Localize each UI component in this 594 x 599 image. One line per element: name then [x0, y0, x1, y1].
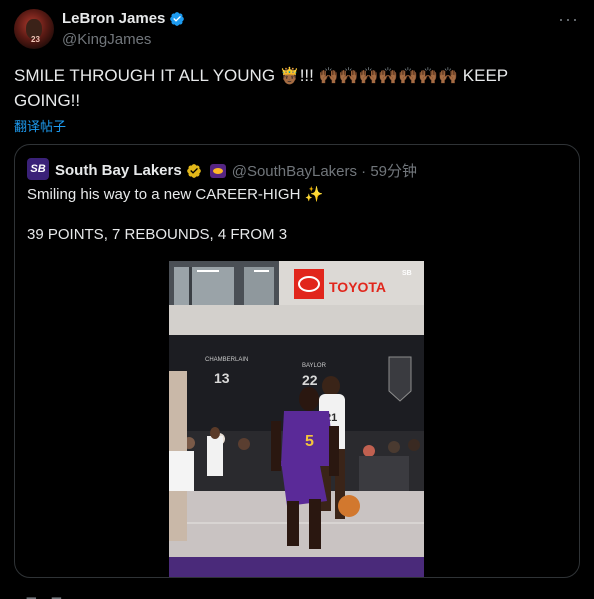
tweet-text-bang: !!! — [299, 66, 319, 85]
video-thumbnail[interactable]: TOYOTA SB CHAMBERLAIN 13 BAYLOR 22 21 5 — [169, 261, 424, 577]
more-options-icon[interactable]: ··· — [558, 10, 578, 32]
author-handle[interactable]: @KingJames — [62, 31, 151, 48]
wall-name-1: CHAMBERLAIN — [205, 357, 248, 363]
quoted-handle-time: @SouthBayLakers · 59分钟 — [231, 163, 418, 180]
next-tweet-peek: ▁ ▂ ▁ ▂ ▁ — [14, 590, 74, 599]
player-number: 5 — [305, 433, 314, 450]
translate-post-link[interactable]: 翻译帖子 — [14, 116, 66, 135]
arena-scene: TOYOTA SB CHAMBERLAIN 13 BAYLOR 22 21 5 — [169, 261, 424, 577]
wall-name-2: BAYLOR — [302, 363, 327, 369]
quoted-text-line2: 39 POINTS, 7 REBOUNDS, 4 FROM 3 — [27, 226, 288, 243]
lakers-affiliate-badge-icon[interactable] — [209, 163, 226, 178]
tweet-text-main: SMILE THROUGH IT ALL YOUNG — [14, 66, 280, 85]
quoted-avatar-icon[interactable]: SB — [27, 158, 49, 180]
gold-verified-badge-icon — [186, 163, 201, 178]
banner-brand: TOYOTA — [329, 279, 386, 295]
quoted-tweet-card[interactable]: SB South Bay Lakers @SouthBayLakers · 59… — [14, 144, 580, 578]
avatar-mark: 23 — [31, 35, 40, 44]
tweet: 23 LeBron James @KingJames ··· SMILE THR… — [0, 0, 594, 599]
wall-number-1: 13 — [214, 370, 230, 386]
wall-number-2: 22 — [302, 372, 318, 388]
author-name-text[interactable]: LeBron James — [62, 10, 165, 27]
raising-hands-emoji-icon: 🙌🏾🙌🏾🙌🏾🙌🏾🙌🏾🙌🏾🙌🏾 — [318, 68, 459, 85]
quoted-author: South Bay Lakers @SouthBayLakers · 59分钟 — [55, 160, 417, 181]
corner-logo: SB — [402, 270, 412, 277]
verified-badge-icon — [170, 11, 185, 26]
quoted-text-line1: Smiling his way to a new CAREER-HIGH ✨ — [27, 186, 324, 203]
tweet-text: SMILE THROUGH IT ALL YOUNG 🤴🏾!!! 🙌🏾🙌🏾🙌🏾🙌… — [14, 64, 574, 113]
quoted-author-name[interactable]: South Bay Lakers — [55, 162, 182, 179]
author-name[interactable]: LeBron James — [62, 10, 185, 27]
user-avatar-icon[interactable]: 23 — [14, 9, 54, 49]
prince-emoji-icon: 🤴🏾 — [279, 68, 300, 85]
